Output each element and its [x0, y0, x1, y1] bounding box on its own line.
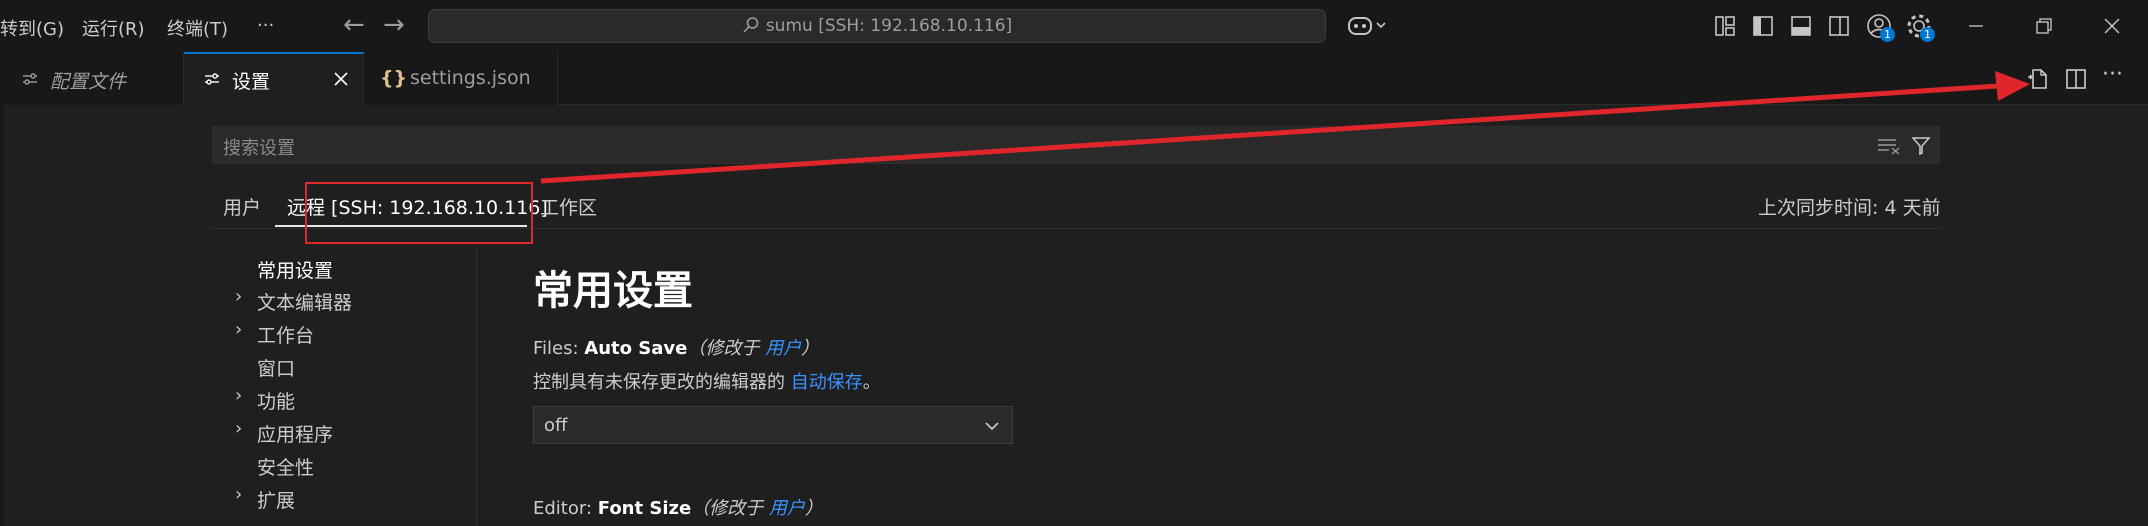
- toc-item-workbench[interactable]: 工作台: [257, 321, 314, 348]
- chevron-down-icon: [985, 422, 999, 431]
- auto-save-value: off: [544, 415, 568, 436]
- auto-save-select[interactable]: off: [533, 406, 1013, 444]
- toc-divider: [476, 248, 477, 526]
- modified-in-user-link[interactable]: 用户: [769, 498, 805, 519]
- modified-prefix: （修改于: [691, 498, 769, 519]
- setting-category: Files:: [533, 338, 585, 359]
- modified-prefix: （修改于: [687, 338, 766, 359]
- description-end: 。: [862, 372, 881, 393]
- setting-title-font-size: Editor: Font Size（修改于 用户）: [533, 494, 823, 520]
- toc-item-extensions[interactable]: 扩展: [257, 486, 295, 513]
- chevron-right-icon[interactable]: ›: [235, 385, 242, 406]
- section-title: 常用设置: [533, 268, 693, 314]
- toc-item-application[interactable]: 应用程序: [257, 420, 333, 447]
- auto-save-link[interactable]: 自动保存: [791, 372, 863, 393]
- toc-item-security[interactable]: 安全性: [257, 453, 314, 480]
- setting-description-auto-save: 控制具有未保存更改的编辑器的 自动保存。: [533, 368, 881, 394]
- toc-item-text-editor[interactable]: 文本编辑器: [257, 288, 352, 315]
- modified-suffix: ）: [804, 498, 823, 519]
- chevron-right-icon[interactable]: ›: [235, 319, 242, 340]
- modified-in-user-link[interactable]: 用户: [765, 338, 801, 359]
- setting-title-auto-save: Files: Auto Save（修改于 用户）: [533, 334, 819, 360]
- modified-suffix: ）: [801, 338, 820, 359]
- toc-item-window[interactable]: 窗口: [257, 354, 295, 381]
- setting-name: Font Size: [597, 498, 692, 519]
- setting-name: Auto Save: [584, 338, 688, 359]
- toc-item-common[interactable]: 常用设置: [257, 256, 333, 283]
- description-text: 控制具有未保存更改的编辑器的: [533, 372, 791, 393]
- chevron-right-icon[interactable]: ›: [235, 286, 242, 307]
- chevron-right-icon[interactable]: ›: [235, 418, 242, 439]
- chevron-right-icon[interactable]: ›: [235, 484, 242, 505]
- toc-item-features[interactable]: 功能: [257, 387, 295, 414]
- setting-category: Editor:: [533, 498, 598, 519]
